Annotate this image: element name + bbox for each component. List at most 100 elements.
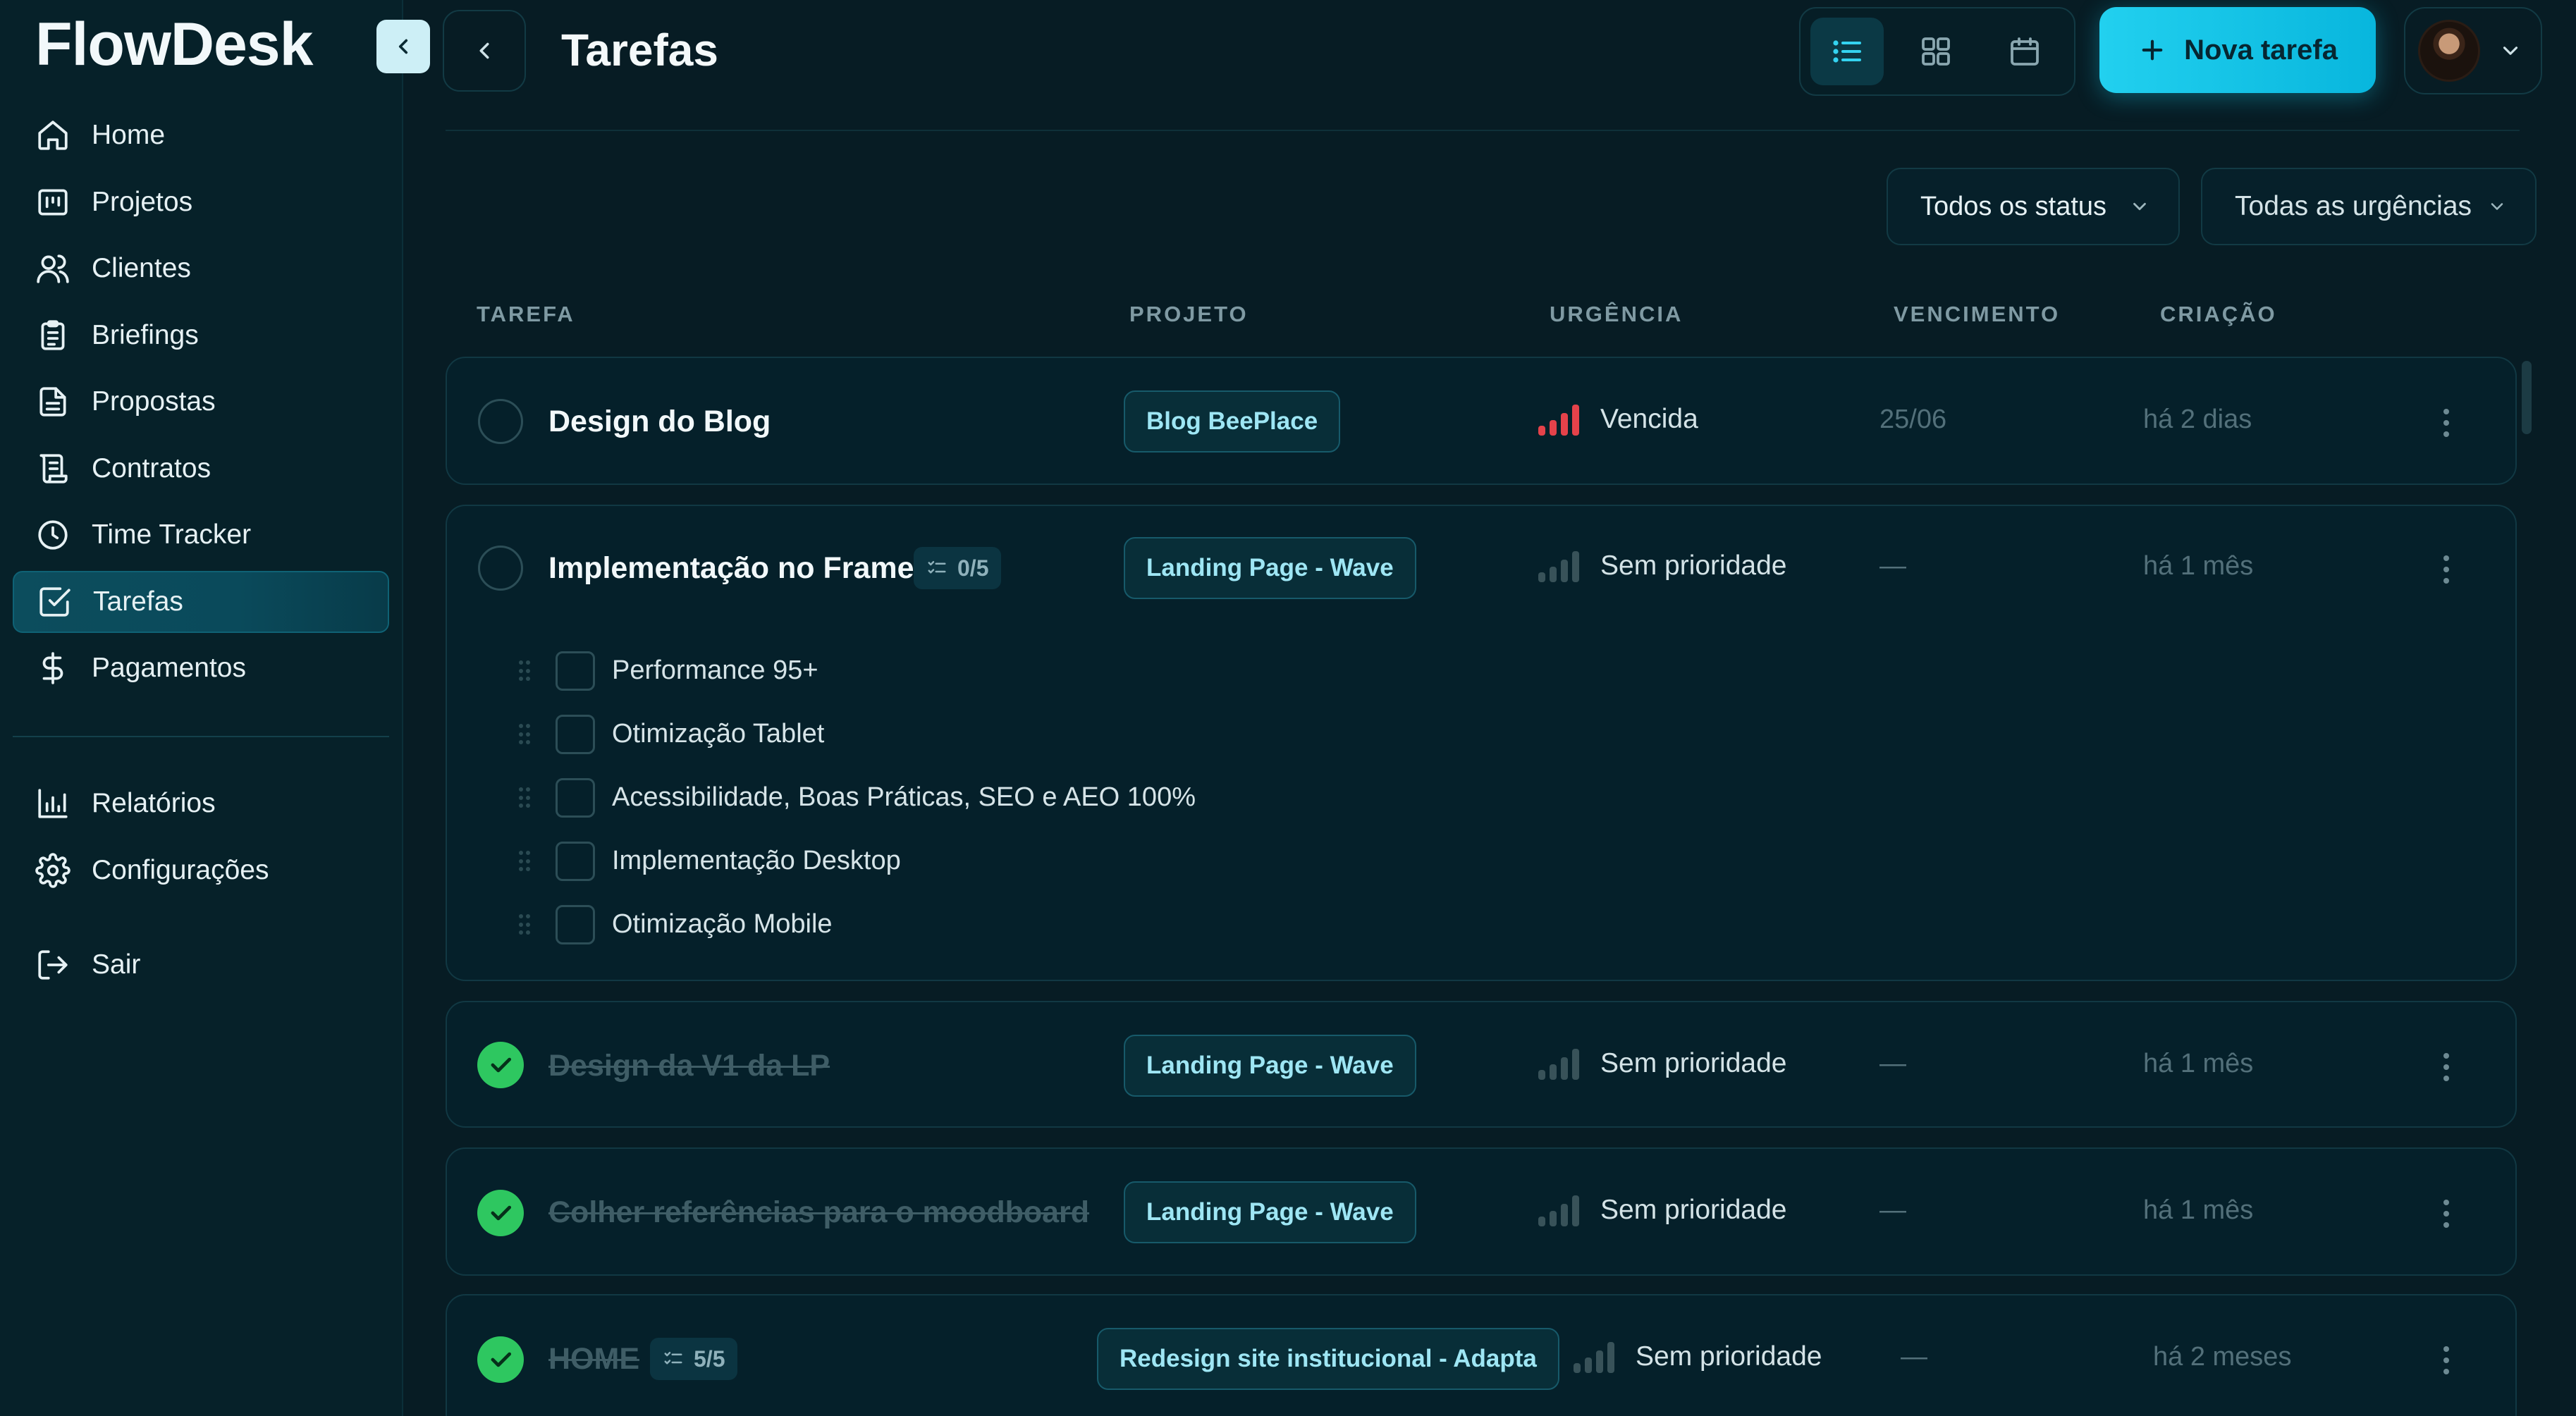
subtask-checkbox[interactable]: [556, 905, 595, 944]
subtask-checkbox[interactable]: [556, 778, 595, 818]
signal-bars-icon: [1538, 1194, 1585, 1226]
calendar-view-button[interactable]: [1988, 18, 2061, 85]
urgency-filter-select[interactable]: Todas as urgências: [2201, 168, 2537, 245]
table-row[interactable]: Design do Blog Blog BeePlace Vencida 25/…: [446, 357, 2517, 485]
created-date: há 1 mês: [2143, 1195, 2254, 1225]
subtask-count: 0/5: [957, 555, 989, 581]
created-date: há 1 mês: [2143, 551, 2254, 581]
sidebar-item-propostas[interactable]: Propostas: [13, 371, 389, 433]
more-options-icon[interactable]: [2442, 555, 2451, 584]
task-title[interactable]: Colher referências para o moodboard: [548, 1195, 1089, 1230]
column-header-task[interactable]: TAREFA: [477, 302, 575, 327]
table-row[interactable]: Design da V1 da LP Landing Page - Wave S…: [446, 1001, 2517, 1128]
chevron-left-icon: [479, 42, 489, 59]
subtask-count-badge[interactable]: 5/5: [650, 1338, 738, 1380]
document-icon: [39, 387, 66, 417]
subtask-item[interactable]: Otimização Tablet: [447, 713, 1504, 756]
project-tag[interactable]: Landing Page - Wave: [1124, 1181, 1416, 1243]
user-menu-button[interactable]: [2404, 7, 2542, 94]
scrollbar-thumb[interactable]: [2522, 361, 2532, 434]
grid-view-button[interactable]: [1899, 18, 1973, 85]
drag-handle-icon[interactable]: [519, 724, 530, 745]
urgency-indicator[interactable]: Vencida: [1538, 403, 1698, 436]
column-header-created[interactable]: CRIAÇÃO: [2160, 302, 2277, 327]
more-options-icon[interactable]: [2442, 1200, 2451, 1228]
task-completed-checkbox[interactable]: [477, 1190, 524, 1236]
sidebar-item-label: Time Tracker: [92, 519, 252, 550]
sidebar-item-sair[interactable]: Sair: [13, 934, 389, 996]
sidebar-item-relatorios[interactable]: Relatórios: [13, 772, 389, 835]
task-title[interactable]: Design do Blog: [548, 405, 771, 439]
project-tag[interactable]: Landing Page - Wave: [1124, 1035, 1416, 1097]
subtask-item[interactable]: Otimização Mobile: [447, 904, 1504, 946]
app-logo: FlowDesk: [35, 11, 313, 78]
drag-handle-icon[interactable]: [519, 851, 530, 872]
subtask-item[interactable]: Acessibilidade, Boas Práticas, SEO e AEO…: [447, 777, 1504, 819]
more-options-icon[interactable]: [2442, 409, 2451, 437]
sidebar-item-clientes[interactable]: Clientes: [13, 238, 389, 300]
subtask-item[interactable]: Performance 95+: [447, 650, 1504, 692]
more-options-icon[interactable]: [2442, 1053, 2451, 1081]
urgency-indicator[interactable]: Sem prioridade: [1538, 550, 1786, 582]
subtask-checkbox[interactable]: [556, 842, 595, 881]
task-title[interactable]: HOME: [548, 1342, 639, 1377]
new-task-button[interactable]: Nova tarefa: [2099, 7, 2376, 93]
sidebar-item-briefings[interactable]: Briefings: [13, 304, 389, 367]
list-view-button[interactable]: [1810, 18, 1884, 85]
sidebar-item-label: Relatórios: [92, 788, 216, 818]
more-options-icon[interactable]: [2442, 1346, 2451, 1374]
task-checkbox[interactable]: [478, 399, 523, 444]
table-row[interactable]: Colher referências para o moodboard Land…: [446, 1147, 2517, 1276]
gear-icon: [35, 852, 70, 888]
sidebar-item-tarefas[interactable]: Tarefas: [13, 570, 389, 633]
task-title[interactable]: Implementação no Framer: [548, 551, 926, 586]
chevron-down-icon: [2503, 47, 2518, 55]
column-header-project[interactable]: PROJETO: [1129, 302, 1249, 327]
status-filter-select[interactable]: Todos os status: [1887, 168, 2180, 245]
project-tag[interactable]: Redesign site institucional - Adapta: [1097, 1328, 1559, 1390]
column-header-urgency[interactable]: URGÊNCIA: [1550, 302, 1683, 327]
back-button[interactable]: [443, 10, 526, 92]
urgency-indicator[interactable]: Sem prioridade: [1574, 1341, 1822, 1373]
signal-bars-icon: [1538, 403, 1585, 436]
project-tag[interactable]: Landing Page - Wave: [1124, 537, 1416, 599]
check-icon: [491, 1205, 512, 1221]
sidebar-item-configuracoes[interactable]: Configurações: [13, 839, 389, 901]
header-divider: [446, 130, 2520, 131]
drag-handle-icon[interactable]: [519, 914, 530, 935]
due-date: —: [1879, 1195, 1906, 1225]
drag-handle-icon[interactable]: [519, 787, 530, 808]
collapse-sidebar-button[interactable]: [376, 20, 430, 73]
task-completed-checkbox[interactable]: [477, 1042, 524, 1088]
urgency-label: Sem prioridade: [1636, 1341, 1822, 1372]
subtask-item[interactable]: Implementação Desktop: [447, 840, 1504, 882]
sidebar-item-time-tracker[interactable]: Time Tracker: [13, 504, 389, 566]
bar-chart-icon: [38, 789, 68, 818]
sidebar-item-projetos[interactable]: Projetos: [13, 171, 389, 233]
table-row[interactable]: Implementação no Framer 0/5 Landing Page…: [446, 505, 2517, 981]
task-completed-checkbox[interactable]: [477, 1336, 524, 1383]
sidebar-item-contratos[interactable]: Contratos: [13, 438, 389, 500]
sidebar-item-home[interactable]: Home: [13, 104, 389, 166]
urgency-indicator[interactable]: Sem prioridade: [1538, 1047, 1786, 1080]
check-icon: [491, 1352, 512, 1367]
column-header-due[interactable]: VENCIMENTO: [1894, 302, 2060, 327]
urgency-indicator[interactable]: Sem prioridade: [1538, 1194, 1786, 1226]
subtask-checkbox[interactable]: [556, 651, 595, 691]
subtask-count-badge[interactable]: 0/5: [914, 547, 1002, 589]
subtask-checkbox[interactable]: [556, 715, 595, 754]
task-title[interactable]: Design da V1 da LP: [548, 1049, 830, 1083]
created-date: há 2 dias: [2143, 405, 2252, 434]
list-view-icon: [1833, 40, 1861, 63]
clock-icon: [38, 520, 68, 550]
drag-handle-icon[interactable]: [519, 660, 530, 682]
task-checkbox[interactable]: [478, 546, 523, 591]
signal-bars-icon: [1574, 1341, 1620, 1373]
subtask-label: Otimização Mobile: [612, 909, 833, 939]
avatar: [2418, 20, 2480, 82]
signal-bars-icon: [1538, 550, 1585, 582]
due-date: —: [1879, 551, 1906, 581]
sidebar-item-pagamentos[interactable]: Pagamentos: [13, 637, 389, 699]
table-row[interactable]: HOME 5/5 Redesign site institucional - A…: [446, 1294, 2517, 1416]
project-tag[interactable]: Blog BeePlace: [1124, 390, 1341, 452]
